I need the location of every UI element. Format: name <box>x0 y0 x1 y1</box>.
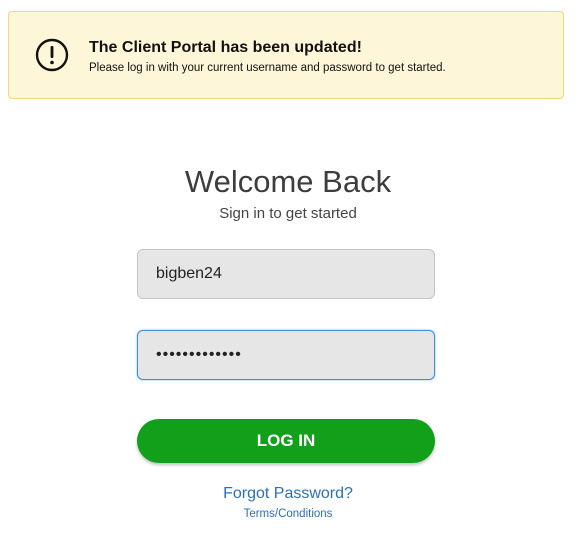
login-button[interactable]: LOG IN <box>137 419 435 463</box>
update-notice-banner: The Client Portal has been updated! Plea… <box>8 11 564 99</box>
banner-message: Please log in with your current username… <box>89 62 446 74</box>
banner-title: The Client Portal has been updated! <box>89 39 362 56</box>
welcome-subheading: Sign in to get started <box>219 205 357 222</box>
forgot-password-link[interactable]: Forgot Password? <box>0 485 576 503</box>
username-input[interactable] <box>137 249 435 299</box>
exclamation-circle-icon <box>35 38 69 72</box>
password-input[interactable] <box>137 330 435 380</box>
terms-conditions-link[interactable]: Terms/Conditions <box>0 508 576 520</box>
welcome-heading: Welcome Back <box>184 164 392 199</box>
login-page: The Client Portal has been updated! Plea… <box>0 0 576 546</box>
